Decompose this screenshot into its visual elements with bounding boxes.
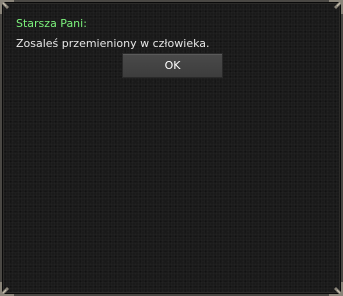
npc-speaker-name: Starsza Pani:: [16, 17, 87, 30]
dialog-message: Zosaleś przemieniony w człowieka.: [16, 37, 210, 50]
npc-dialog-window: Starsza Pani: Zosaleś przemieniony w czł…: [0, 0, 343, 296]
corner-ornament-icon: [329, 282, 343, 296]
corner-ornament-icon: [0, 0, 14, 14]
corner-ornament-icon: [0, 282, 14, 296]
corner-ornament-icon: [329, 0, 343, 14]
ok-button[interactable]: OK: [122, 53, 223, 78]
